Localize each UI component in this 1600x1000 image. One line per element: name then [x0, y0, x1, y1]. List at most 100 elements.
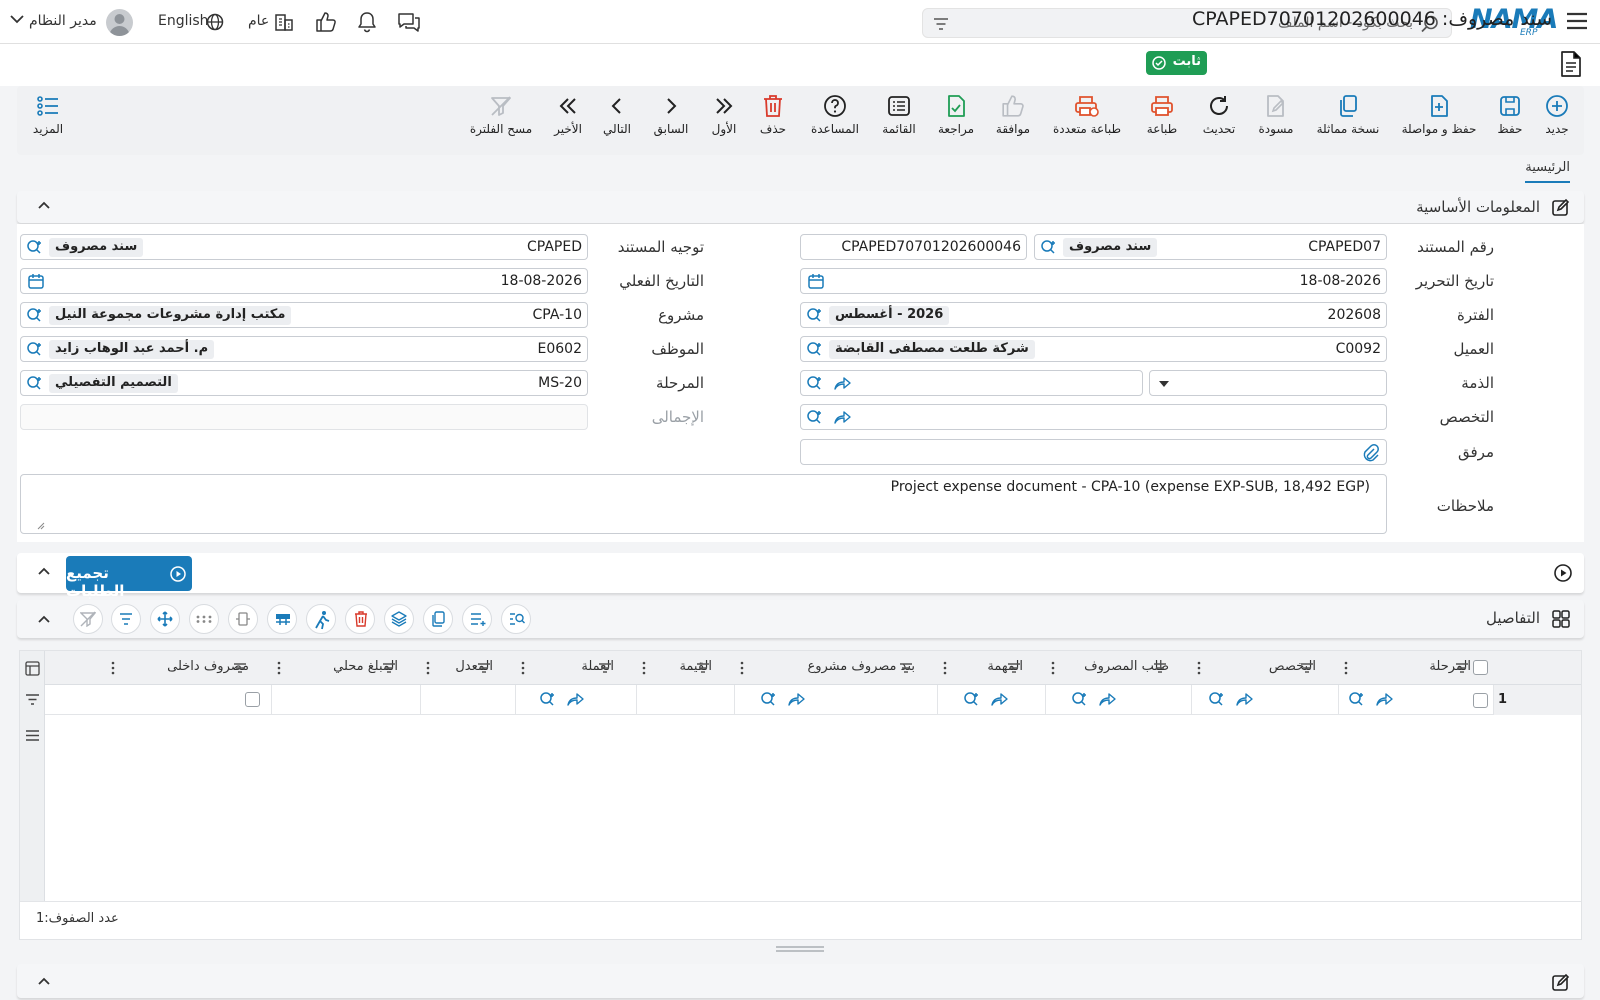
open-link-icon[interactable]	[1235, 691, 1253, 707]
column-menu-icon[interactable]	[740, 661, 744, 675]
column-menu-icon[interactable]	[1197, 661, 1201, 675]
actual-date-field[interactable]: 18-08-2026	[20, 268, 588, 294]
open-link-icon[interactable]	[1098, 691, 1116, 707]
filter-icon[interactable]	[111, 604, 141, 634]
lookup-search-icon[interactable]	[1348, 691, 1366, 707]
lookup-search-icon[interactable]	[963, 691, 981, 707]
help-button[interactable]: المساعدة	[808, 94, 862, 152]
doc-type-field[interactable]: CPAPED07 سند مصروف	[1034, 234, 1387, 260]
search-filter-icon[interactable]	[933, 17, 949, 31]
collapse-chevron-icon[interactable]	[37, 976, 51, 986]
column-filter-icon[interactable]	[598, 662, 612, 674]
user-name[interactable]: مدير النظام	[29, 13, 97, 29]
lookup-search-icon[interactable]	[539, 691, 557, 707]
column-menu-icon[interactable]	[943, 661, 947, 675]
clear-filter-button[interactable]: مسح الفلترة	[468, 94, 534, 152]
attachment-field[interactable]	[800, 439, 1387, 465]
calendar-icon[interactable]	[808, 273, 824, 289]
dropdown-caret-icon[interactable]	[1158, 380, 1170, 388]
collect-requests-button[interactable]: تجميع الطلبات	[66, 556, 192, 600]
list-button[interactable]: القائمة	[877, 94, 921, 152]
column-menu-icon[interactable]	[426, 661, 430, 675]
collapse-chevron-icon[interactable]	[37, 566, 51, 576]
lookup-search-icon[interactable]	[760, 691, 778, 707]
lookup-search-icon[interactable]	[806, 375, 824, 391]
thumbs-up-icon[interactable]	[315, 11, 337, 33]
building-icon[interactable]	[274, 12, 294, 32]
print-button[interactable]: طباعة	[1142, 94, 1182, 152]
layers-icon[interactable]	[384, 604, 414, 634]
open-link-icon[interactable]	[1375, 691, 1393, 707]
copy-row-icon[interactable]	[423, 604, 453, 634]
column-menu-icon[interactable]	[1051, 661, 1055, 675]
user-menu-chevron-icon[interactable]	[10, 14, 24, 24]
first-record-button[interactable]: الأول	[709, 94, 739, 152]
delete-row-icon[interactable]	[345, 604, 375, 634]
review-button[interactable]: مراجعة	[935, 94, 977, 152]
doc-number-field[interactable]: CPAPED70701202600046	[800, 234, 1027, 260]
lookup-search-icon[interactable]	[806, 409, 824, 425]
basic-info-section-header[interactable]: المعلومات الأساسية	[17, 191, 1584, 223]
collapse-chevron-icon[interactable]	[37, 200, 51, 210]
next-record-button[interactable]: التالي	[601, 94, 633, 152]
liability-type-dropdown[interactable]	[1149, 370, 1387, 396]
refresh-button[interactable]: تحديث	[1197, 94, 1241, 152]
add-rows-icon[interactable]	[462, 604, 492, 634]
collapse-chevron-icon[interactable]	[37, 614, 51, 624]
tab-main[interactable]: الرئيسية	[1525, 160, 1570, 183]
open-link-icon[interactable]	[833, 409, 851, 425]
liability-field[interactable]	[800, 370, 1143, 396]
multi-print-button[interactable]: طباعة متعددة	[1052, 94, 1122, 152]
lookup-search-icon[interactable]	[26, 341, 44, 357]
draft-button[interactable]: مسودة	[1254, 94, 1298, 152]
play-circle-icon[interactable]	[1554, 564, 1572, 582]
running-person-icon[interactable]	[306, 604, 336, 634]
save-button[interactable]: حفظ	[1490, 94, 1530, 152]
column-filter-icon[interactable]	[1007, 662, 1021, 674]
period-field[interactable]: 202608 2026 - أغسطس	[800, 302, 1387, 328]
column-filter-icon[interactable]	[477, 662, 491, 674]
fit-columns-icon[interactable]	[228, 604, 258, 634]
open-link-icon[interactable]	[990, 691, 1008, 707]
clear-filter-icon[interactable]	[73, 604, 103, 634]
filter-panel-icon[interactable]	[25, 693, 40, 706]
lookup-search-icon[interactable]	[1208, 691, 1226, 707]
column-menu-icon[interactable]	[111, 661, 115, 675]
chat-icon[interactable]	[397, 11, 421, 33]
delete-button[interactable]: حذف	[757, 94, 789, 152]
column-filter-icon[interactable]	[382, 662, 396, 674]
column-filter-icon[interactable]	[1153, 662, 1167, 674]
hamburger-menu-icon[interactable]	[1566, 11, 1588, 31]
search-rows-icon[interactable]	[501, 604, 531, 634]
column-filter-icon[interactable]	[233, 662, 247, 674]
splitter-handle-icon[interactable]	[776, 946, 824, 952]
save-continue-button[interactable]: حفظ و مواصلة	[1398, 94, 1480, 152]
lookup-search-icon[interactable]	[26, 239, 44, 255]
calendar-icon[interactable]	[28, 273, 44, 289]
resize-handle-icon[interactable]	[37, 522, 45, 530]
approve-button[interactable]: موافقة	[991, 94, 1035, 152]
language-switch[interactable]: English	[158, 13, 209, 29]
customer-field[interactable]: C0092 شركة طلعت مصطفى القابضة	[800, 336, 1387, 362]
open-link-icon[interactable]	[566, 691, 584, 707]
company-label[interactable]: عام	[248, 13, 269, 29]
duplicate-button[interactable]: نسخة مماثلة	[1313, 94, 1383, 152]
column-filter-icon[interactable]	[696, 662, 710, 674]
lookup-search-icon[interactable]	[1040, 239, 1058, 255]
edit-date-field[interactable]: 18-08-2026	[800, 268, 1387, 294]
notes-textarea[interactable]: Project expense document - CPA-10 (expen…	[20, 474, 1387, 534]
open-link-icon[interactable]	[787, 691, 805, 707]
column-menu-icon[interactable]	[1344, 661, 1348, 675]
lookup-search-icon[interactable]	[806, 341, 824, 357]
specialty-field[interactable]	[800, 404, 1387, 430]
user-avatar-icon[interactable]	[106, 9, 133, 36]
column-menu-icon[interactable]	[277, 661, 281, 675]
columns-panel-icon[interactable]	[25, 661, 40, 676]
last-record-button[interactable]: الأخير	[552, 94, 584, 152]
table-split-icon[interactable]	[267, 604, 297, 634]
lookup-search-icon[interactable]	[806, 307, 824, 323]
doc-direction-field[interactable]: CPAPED سند مصروف	[20, 234, 588, 260]
bottom-section-header[interactable]	[17, 964, 1584, 998]
more-button[interactable]: المزيد	[28, 94, 68, 152]
column-filter-icon[interactable]	[1300, 662, 1314, 674]
